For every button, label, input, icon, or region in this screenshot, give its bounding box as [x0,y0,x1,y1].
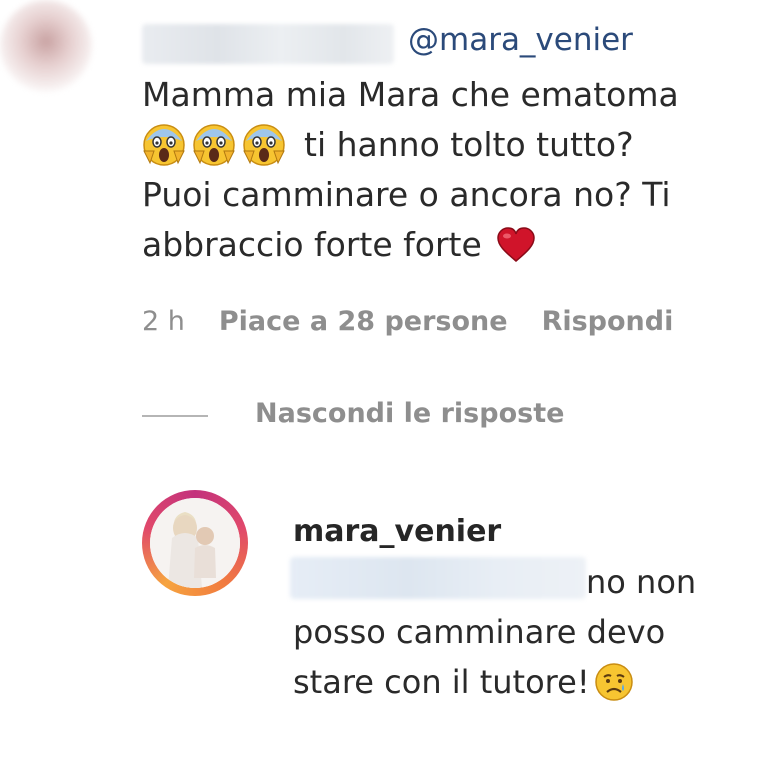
comment-line-1: Mamma mia Mara che ematoma [142,75,679,114]
comment-line-2: ti hanno tolto tutto? [304,125,634,164]
disappointed-face-icon [594,663,633,701]
reply-line-2: posso camminare devo [293,613,666,651]
comment-line-3: Puoi camminare o ancora no? Ti [142,175,671,214]
comment-meta: 2 h Piace a 28 persone Rispondi [142,306,707,337]
likes-count-link[interactable]: Piace a 28 persone [219,306,508,337]
comment-line-4: abbraccio forte forte [142,225,482,264]
comment-time: 2 h [142,306,185,337]
reply-username[interactable]: mara_venier [293,514,501,549]
replies-divider [142,415,208,417]
scream-face-icon [243,124,285,166]
blurred-commenter-username[interactable] [142,24,394,64]
scream-face-icon [193,124,235,166]
scream-face-icon [143,124,185,166]
commenter-avatar[interactable] [0,0,92,92]
comment-text: Mamma mia Mara che ematoma ti hanno tolt… [142,70,742,270]
mention-link[interactable]: @mara_venier [408,22,633,58]
reply-text: no non posso camminare devo stare con il… [293,557,743,707]
avatar-photo-icon [150,498,240,588]
reply-avatar[interactable] [150,498,240,588]
reply-button[interactable]: Rispondi [542,306,674,337]
hide-replies-button[interactable]: Nascondi le risposte [255,398,564,429]
reply-line-1: no non [586,563,697,601]
reply-line-3: stare con il tutore! [293,663,590,701]
red-heart-icon [497,227,535,262]
